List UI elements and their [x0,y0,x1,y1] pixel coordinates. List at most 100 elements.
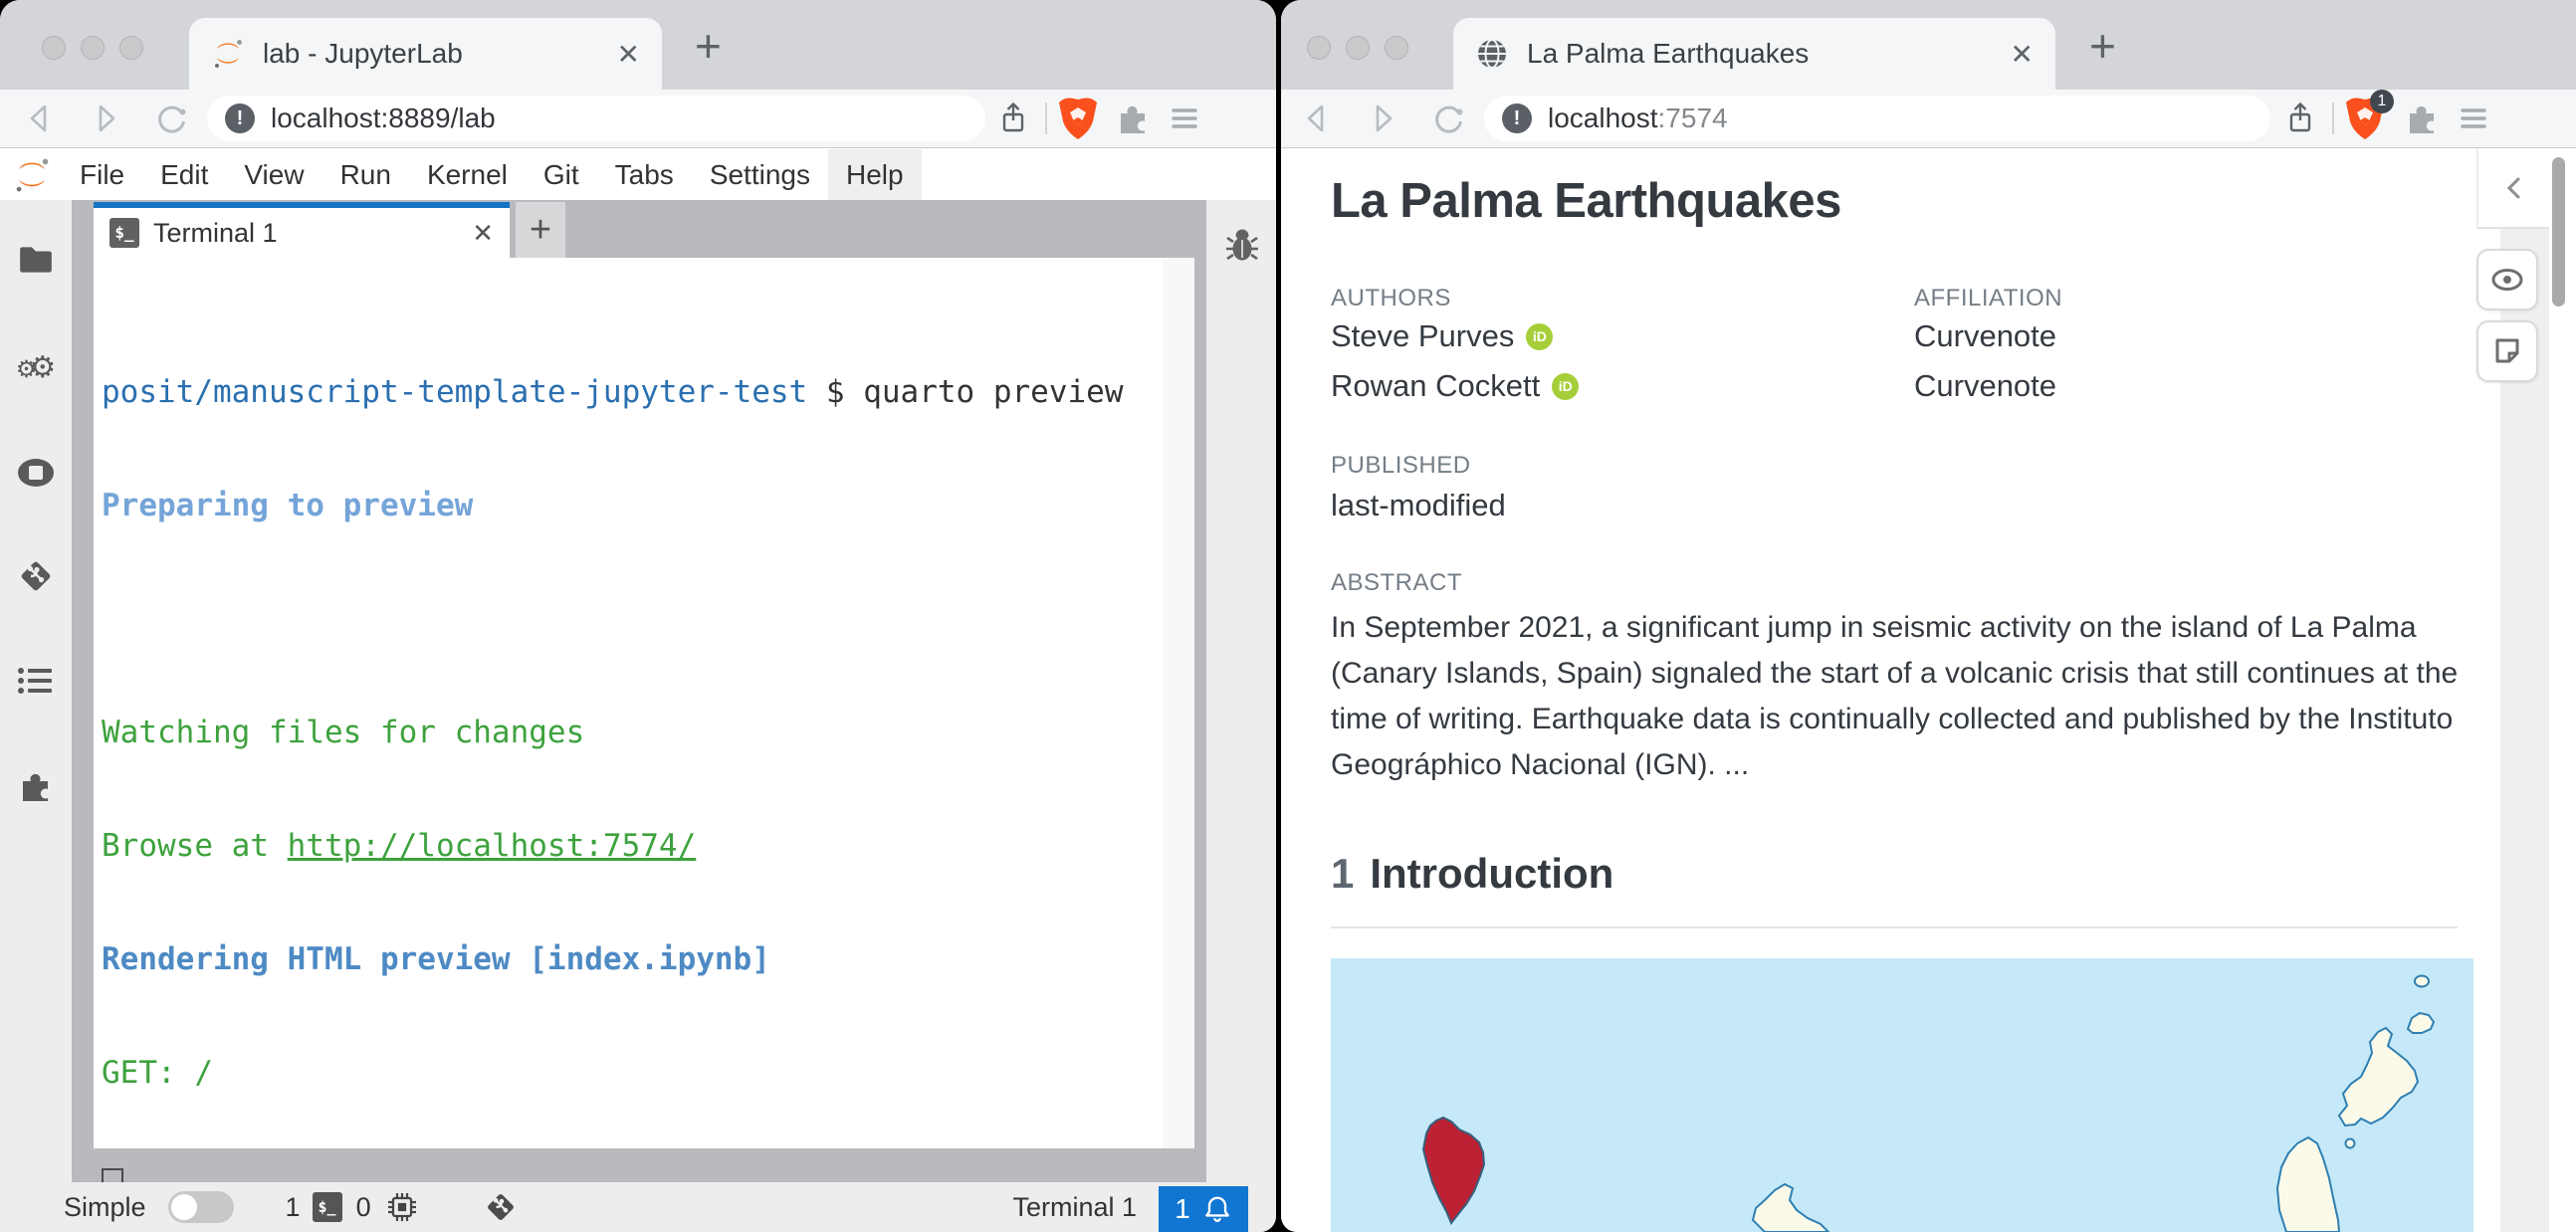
menu-file[interactable]: File [62,149,142,200]
jupyterlab-menubar: File Edit View Run Kernel Git Tabs Setti… [0,149,1276,200]
window-titlebar[interactable]: La Palma Earthquakes ✕ + [1281,0,2576,90]
jupyterlab-dock: ⚙⚙ $_ Terminal 1 ✕ + posit/manuscript-te… [0,200,1276,1202]
minimize-window-button[interactable] [81,36,105,60]
authors-label: AUTHORS [1331,285,1451,311]
terminal-dock-tab[interactable]: $_ Terminal 1 ✕ [94,202,510,258]
debugger-bug-icon[interactable] [1224,228,1260,264]
browser-toolbar: ! localhost:7574 1 [1281,90,2576,148]
orcid-icon[interactable]: iD [1526,322,1554,350]
browser-tab[interactable]: lab - JupyterLab ✕ [189,18,662,90]
minimize-window-button[interactable] [1346,36,1370,60]
brave-shields-icon[interactable]: 1 [2344,90,2394,141]
left-activity-bar: ⚙⚙ [0,200,72,1182]
orcid-icon[interactable]: iD [1552,372,1580,400]
preview-eye-button[interactable] [2476,249,2538,310]
tab-close-icon[interactable]: ✕ [2011,38,2034,71]
affiliation-value: Curvenote [1914,318,2057,353]
reload-button[interactable] [1426,97,1470,140]
traffic-lights [1307,36,1408,60]
statusbar-context-label: Terminal 1 [1012,1191,1137,1222]
map-figure [1331,958,2473,1232]
menu-hamburger-icon[interactable] [1163,97,1206,140]
menu-hamburger-icon[interactable] [2452,97,2495,140]
menu-help[interactable]: Help [827,149,922,200]
git-sidebar-icon[interactable] [16,556,56,596]
article-title: La Palma Earthquakes [1331,174,1841,228]
browser-tab[interactable]: La Palma Earthquakes ✕ [1453,18,2055,90]
terminal-panel[interactable]: posit/manuscript-template-jupyter-test $… [94,258,1194,1202]
menu-view[interactable]: View [226,149,322,200]
forward-button[interactable] [1361,97,1404,140]
extensions-puzzle-icon[interactable] [1111,97,1155,140]
menu-edit[interactable]: Edit [142,149,226,200]
url-text[interactable]: localhost:8889/lab [271,103,496,134]
share-icon[interactable] [2278,97,2322,140]
tab-title: lab - JupyterLab [263,38,463,69]
menu-kernel[interactable]: Kernel [409,149,526,200]
brave-shields-icon[interactable] [1057,96,1099,141]
collapse-panel-button[interactable] [2476,149,2549,229]
jupyterlab-statusbar: Simple 1 $_ 0 Terminal 1 1 [0,1182,1276,1232]
new-tab-button[interactable]: + [2089,23,2116,69]
back-button[interactable] [18,97,62,140]
shields-count-badge: 1 [2370,90,2394,113]
simple-mode-label: Simple [64,1191,146,1222]
site-info-icon[interactable]: ! [1502,103,1532,133]
new-launcher-button[interactable]: + [516,202,565,258]
tab-close-icon[interactable]: ✕ [617,38,640,71]
terminal-status-icon[interactable]: $_ [312,1192,342,1222]
notifications-badge[interactable]: 1 [1159,1186,1248,1232]
toolbar-divider [2332,103,2334,134]
browser-window-preview: La Palma Earthquakes ✕ + ! localhost:757… [1281,0,2576,1232]
menu-run[interactable]: Run [322,149,409,200]
running-sessions-icon[interactable] [16,453,56,493]
table-of-contents-icon[interactable] [16,661,56,701]
menu-git[interactable]: Git [526,149,597,200]
terminal-line: Rendering HTML preview [index.ipynb] [102,941,770,977]
reload-button[interactable] [149,97,193,140]
zoom-window-button[interactable] [1385,36,1408,60]
islet-alegranza [2414,974,2430,988]
published-value: last-modified [1331,488,1506,522]
terminal-output: posit/manuscript-template-jupyter-test $… [102,298,1124,1232]
close-window-button[interactable] [1307,36,1331,60]
abstract-text: In September 2021, a significant jump in… [1331,611,2459,781]
traffic-lights [42,36,143,60]
url-bar[interactable]: ! localhost:7574 [1484,96,2270,141]
url-bar[interactable]: ! localhost:8889/lab [207,96,985,141]
tab-title: La Palma Earthquakes [1527,38,1810,69]
close-window-button[interactable] [42,36,66,60]
affiliation-label: AFFILIATION [1914,285,2063,311]
author-row: Rowan Cockett iD [1331,368,1580,404]
terminal-line: Browse at http://localhost:7574/ [102,828,697,864]
forward-button[interactable] [84,97,127,140]
url-text[interactable]: localhost:7574 [1548,103,1728,134]
new-tab-button[interactable]: + [695,23,722,69]
terminal-scrollbar[interactable] [1163,258,1194,1148]
extension-manager-puzzle-icon[interactable] [16,766,56,806]
zoom-window-button[interactable] [119,36,143,60]
share-icon[interactable] [991,97,1035,140]
simple-mode-toggle[interactable] [167,1191,234,1223]
terminal-line: Watching files for changes [102,715,585,750]
window-titlebar[interactable]: lab - JupyterLab ✕ + [0,0,1276,90]
extensions-puzzle-icon[interactable] [2400,97,2444,140]
file-browser-icon[interactable] [16,240,56,280]
menu-settings[interactable]: Settings [692,149,828,200]
back-button[interactable] [1295,97,1339,140]
menu-tabs[interactable]: Tabs [597,149,692,200]
author-name: Rowan Cockett [1331,368,1541,403]
git-status-icon[interactable] [483,1189,519,1225]
section-divider [1331,926,2458,928]
toolbar-divider [1045,103,1047,134]
islet-lobos [2344,1137,2356,1149]
preview-url-link[interactable]: http://localhost:7574/ [288,828,697,864]
page-scrollbar-thumb[interactable] [2552,157,2565,307]
property-inspector-gears-icon[interactable]: ⚙⚙ [16,347,56,387]
site-info-icon[interactable]: ! [225,103,255,133]
kernel-chip-icon[interactable] [385,1190,419,1224]
notes-button[interactable] [2476,320,2538,382]
article-page: La Palma Earthquakes AUTHORS Steve Purve… [1281,149,2576,1232]
terminal-tab-close-icon[interactable]: ✕ [472,218,494,249]
